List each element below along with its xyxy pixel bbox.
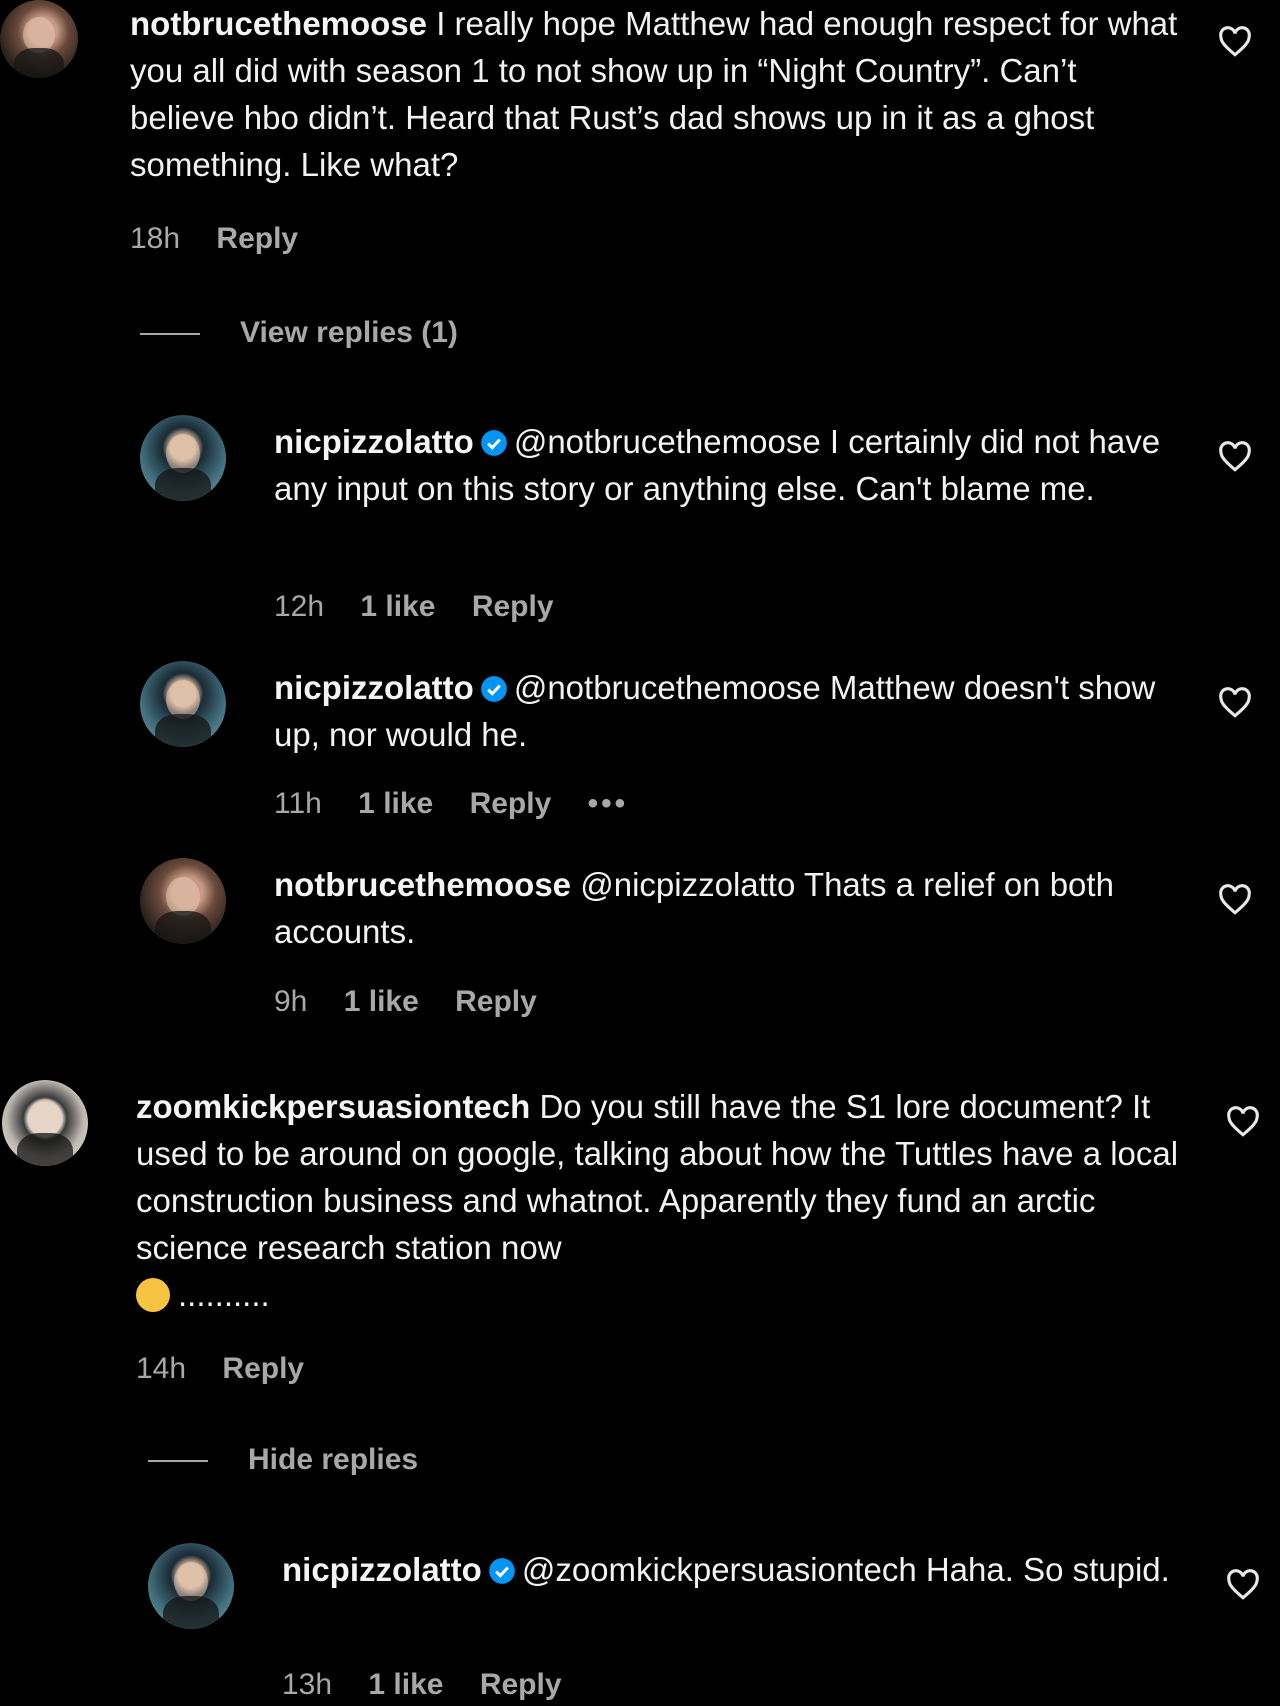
reply-text: nicpizzolatto @zoomkickpersuasiontech Hah… xyxy=(282,1546,1202,1593)
likes-count[interactable]: 1 like xyxy=(360,590,435,623)
reply-button[interactable]: Reply xyxy=(470,787,552,820)
likes-count[interactable]: 1 like xyxy=(344,985,419,1018)
heart-icon[interactable] xyxy=(1218,441,1252,473)
reply-button[interactable]: Reply xyxy=(472,590,554,623)
timestamp: 14h xyxy=(136,1352,187,1385)
avatar[interactable] xyxy=(140,661,226,747)
comment-meta: 14h Reply xyxy=(136,1352,332,1386)
reply-meta: 12h 1 like Reply xyxy=(274,590,582,624)
comment-text: notbrucethemoose I really hope Matthew h… xyxy=(130,0,1190,188)
heart-icon[interactable] xyxy=(1218,26,1252,58)
reply-button[interactable]: Reply xyxy=(222,1352,304,1385)
reply-text: nicpizzolatto @notbrucethemoose Matthew d… xyxy=(274,664,1194,758)
comment-meta: 18h Reply xyxy=(130,222,326,256)
hide-replies-button[interactable]: Hide replies xyxy=(148,1443,418,1477)
reply-meta: 11h 1 like Reply ••• xyxy=(274,787,656,821)
mention-link[interactable]: @zoomkickpersuasiontech xyxy=(522,1551,917,1588)
avatar[interactable] xyxy=(140,415,226,501)
divider xyxy=(148,1460,208,1463)
laughing-emoji-icon xyxy=(136,1278,170,1312)
avatar[interactable] xyxy=(0,0,78,78)
heart-icon[interactable] xyxy=(1226,1569,1260,1601)
timestamp: 11h xyxy=(274,787,322,820)
timestamp: 9h xyxy=(274,985,308,1018)
mention-link[interactable]: @notbrucethemoose xyxy=(514,423,821,460)
comment-trail: .......... xyxy=(178,1276,270,1313)
username[interactable]: nicpizzolatto xyxy=(274,669,474,706)
comment-text: zoomkickpersuasiontech Do you still have… xyxy=(136,1083,1196,1318)
reply-button[interactable]: Reply xyxy=(480,1668,562,1701)
username[interactable]: nicpizzolatto xyxy=(282,1551,482,1588)
reply-button[interactable]: Reply xyxy=(455,985,537,1018)
likes-count[interactable]: 1 like xyxy=(368,1668,443,1701)
reply-text: notbrucethemoose @nicpizzolatto Thats a … xyxy=(274,861,1194,955)
reply-meta: 13h 1 like Reply xyxy=(282,1668,590,1702)
more-options-icon[interactable]: ••• xyxy=(588,787,629,820)
timestamp: 13h xyxy=(282,1668,333,1701)
username[interactable]: notbrucethemoose xyxy=(130,5,427,42)
divider xyxy=(140,333,200,336)
timestamp: 12h xyxy=(274,590,325,623)
avatar[interactable] xyxy=(2,1080,88,1166)
avatar[interactable] xyxy=(140,858,226,944)
reply-text: nicpizzolatto @notbrucethemoose I certain… xyxy=(274,418,1194,512)
verified-badge-icon xyxy=(480,676,507,702)
verified-badge-icon xyxy=(480,430,507,456)
username[interactable]: zoomkickpersuasiontech xyxy=(136,1088,530,1125)
reply-body: Haha. So stupid. xyxy=(925,1551,1170,1588)
heart-icon[interactable] xyxy=(1226,1106,1260,1138)
username[interactable]: notbrucethemoose xyxy=(274,866,571,903)
mention-link[interactable]: @notbrucethemoose xyxy=(514,669,821,706)
verified-badge-icon xyxy=(488,1558,515,1584)
avatar[interactable] xyxy=(148,1543,234,1629)
heart-icon[interactable] xyxy=(1218,687,1252,719)
reply-meta: 9h 1 like Reply xyxy=(274,985,565,1019)
username[interactable]: nicpizzolatto xyxy=(274,423,474,460)
reply-button[interactable]: Reply xyxy=(216,222,298,255)
view-replies-button[interactable]: View replies (1) xyxy=(140,316,458,350)
likes-count[interactable]: 1 like xyxy=(358,787,433,820)
mention-link[interactable]: @nicpizzolatto xyxy=(580,866,795,903)
heart-icon[interactable] xyxy=(1218,884,1252,916)
timestamp: 18h xyxy=(130,222,181,255)
